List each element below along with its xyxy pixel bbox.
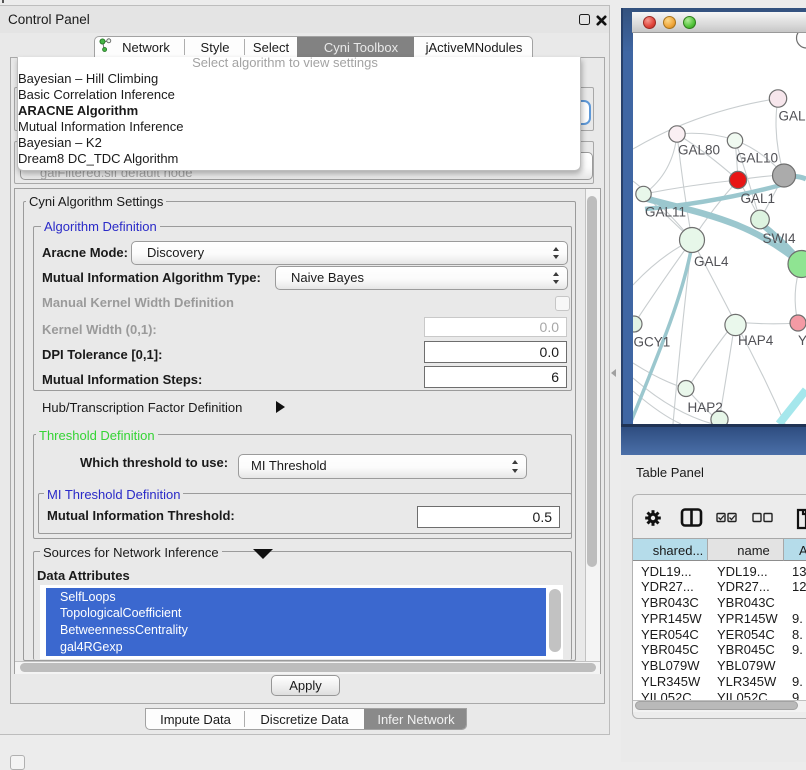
svg-text:GCY1: GCY1 (634, 335, 671, 350)
svg-text:GAL1: GAL1 (741, 191, 776, 206)
svg-text:GAL11: GAL11 (645, 205, 686, 220)
svg-text:HAP4: HAP4 (738, 333, 774, 348)
svg-text:GAL10: GAL10 (736, 151, 778, 166)
svg-text:SWI4: SWI4 (763, 231, 796, 246)
svg-text:Y: Y (798, 333, 806, 348)
svg-text:GAL80: GAL80 (678, 143, 720, 158)
svg-text:HAP2: HAP2 (688, 400, 723, 415)
svg-text:GAL7: GAL7 (779, 109, 806, 124)
svg-text:GAL4: GAL4 (694, 254, 729, 269)
